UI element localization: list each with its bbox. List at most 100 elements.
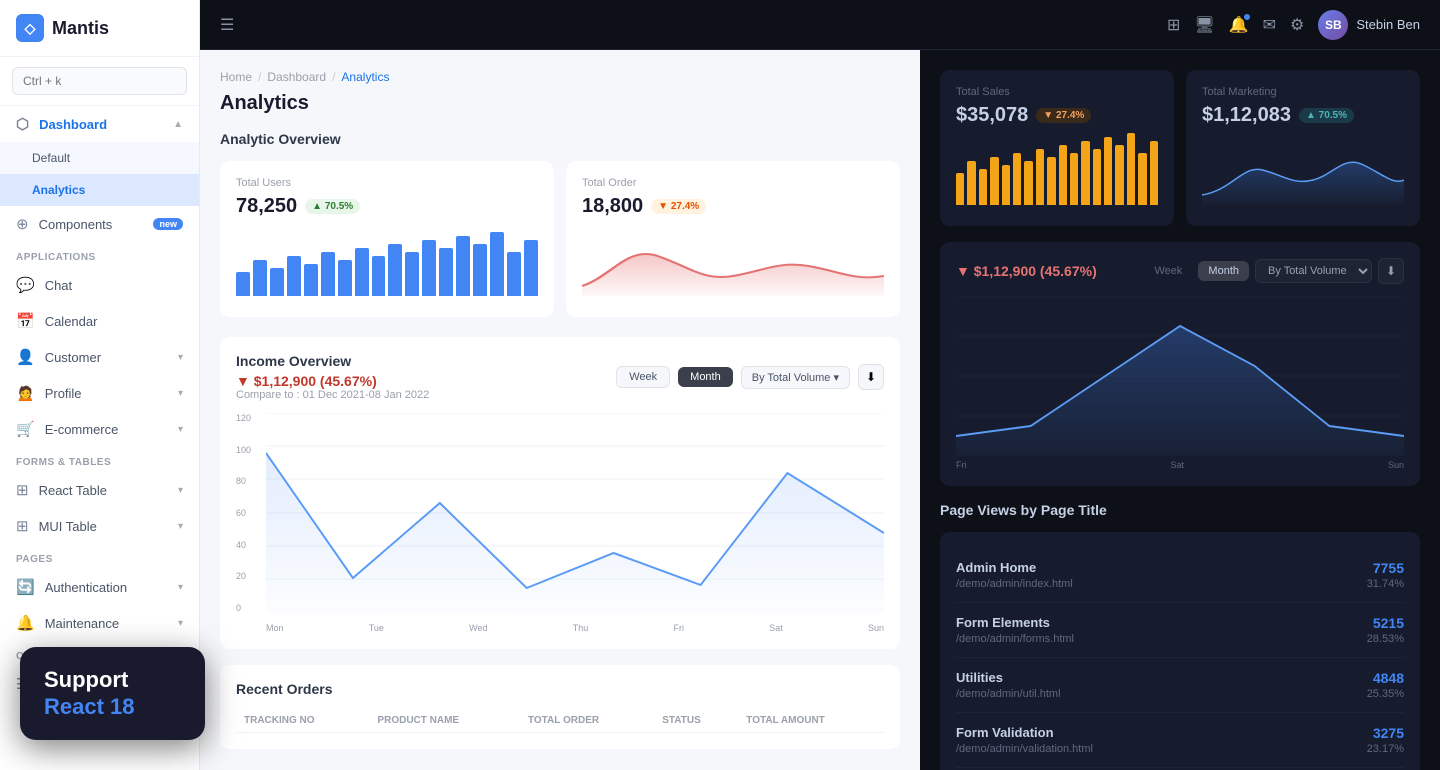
sidebar-item-chat[interactable]: 💬 Chat: [0, 267, 199, 303]
dark-chart-area: [956, 296, 1404, 456]
stat-value-row-sales: $35,078 ▼ 27.4%: [956, 104, 1158, 127]
chart-y-labels: 120100806040200: [236, 413, 266, 613]
sidebar-item-default[interactable]: Default: [0, 142, 199, 174]
profile-label: Profile: [45, 386, 82, 401]
sidebar-item-calendar[interactable]: 📅 Calendar: [0, 303, 199, 339]
bar: [1104, 137, 1112, 205]
mui-table-icon: ⊞: [16, 517, 29, 535]
bar: [1093, 149, 1101, 205]
dark-x-labels: FriSatSun: [956, 460, 1404, 470]
notifications-icon[interactable]: 🔔: [1229, 15, 1249, 35]
app-name: Mantis: [52, 18, 109, 39]
components-badge: new: [153, 218, 183, 230]
stat-value-users: 78,250: [236, 195, 297, 218]
bar: [1150, 141, 1158, 205]
content-area: Home / Dashboard / Analytics Analytics A…: [200, 50, 1440, 770]
week-dark-btn[interactable]: Week: [1145, 261, 1193, 281]
bar: [405, 252, 419, 296]
bar-chart-sales: [956, 135, 1158, 205]
support-popup[interactable]: Support React 18: [20, 647, 205, 740]
bar: [372, 256, 386, 296]
right-panel: Total Sales $35,078 ▼ 27.4% Total Market…: [920, 50, 1440, 770]
bar: [321, 252, 335, 296]
react-table-label: React Table: [39, 483, 107, 498]
area-chart-marketing: [1202, 135, 1404, 205]
income-dark-value: ▼ $1,12,900 (45.67%): [956, 263, 1097, 279]
sidebar-item-maintenance[interactable]: 🔔 Maintenance ▾: [0, 605, 199, 641]
month-btn[interactable]: Month: [678, 367, 733, 387]
download-btn[interactable]: ⬇: [858, 364, 884, 390]
sidebar-item-customer[interactable]: 👤 Customer ▾: [0, 339, 199, 375]
sidebar-item-mui-table[interactable]: ⊞ MUI Table ▾: [0, 508, 199, 544]
search-input[interactable]: [12, 67, 187, 95]
user-name: Stebin Ben: [1356, 17, 1420, 32]
mui-table-chevron: ▾: [178, 521, 183, 532]
bar: [1024, 161, 1032, 205]
income-value: ▼ $1,12,900 (45.67%): [236, 373, 429, 389]
bar: [1115, 145, 1123, 205]
ecommerce-chevron: ▾: [178, 424, 183, 435]
breadcrumb-dashboard[interactable]: Dashboard: [267, 70, 326, 84]
bar: [1002, 165, 1010, 205]
sidebar-item-react-table[interactable]: ⊞ React Table ▾: [0, 472, 199, 508]
dashboard-submenu: Default Analytics: [0, 142, 199, 206]
monitor-icon[interactable]: 🖥: [1194, 15, 1214, 35]
topbar-right: ⊞ 🖥 🔔 ✉ ⚙ SB Stebin Ben: [1167, 10, 1420, 40]
bar: [524, 240, 538, 296]
analytics-label: Analytics: [32, 183, 85, 197]
chart-area: [266, 413, 884, 613]
settings-icon[interactable]: ⚙: [1290, 15, 1304, 35]
ecommerce-icon: 🛒: [16, 420, 35, 438]
menu-toggle-icon[interactable]: ☰: [220, 15, 234, 35]
support-text1: Support: [44, 667, 181, 693]
download-dark-btn[interactable]: ⬇: [1378, 258, 1404, 284]
stat-badge-sales: ▼ 27.4%: [1036, 108, 1091, 123]
breadcrumb-sep1: /: [258, 70, 261, 84]
bar: [473, 244, 487, 296]
bar: [1036, 149, 1044, 205]
breadcrumb: Home / Dashboard / Analytics: [220, 70, 900, 84]
mail-icon[interactable]: ✉: [1263, 15, 1276, 35]
chart-x-labels: MonTueWedThuFriSatSun: [266, 623, 884, 633]
sidebar-item-dashboard[interactable]: ⬡ Dashboard ▲: [0, 106, 199, 142]
authentication-label: Authentication: [45, 580, 127, 595]
stat-card-marketing: Total Marketing $1,12,083 ▲ 70.5%: [1186, 70, 1420, 226]
bar: [979, 169, 987, 205]
volume-select[interactable]: By Total Volume ▾: [741, 366, 850, 389]
page-title: Analytics: [220, 92, 900, 115]
maintenance-icon: 🔔: [16, 614, 35, 632]
recent-orders-card: Recent Orders TRACKING NO PRODUCT NAME T…: [220, 665, 900, 749]
apps-grid-icon[interactable]: ⊞: [1167, 15, 1180, 35]
breadcrumb-home[interactable]: Home: [220, 70, 252, 84]
section-forms-tables: Forms & Tables: [0, 447, 199, 472]
bar: [287, 256, 301, 296]
sidebar-item-ecommerce[interactable]: 🛒 E-commerce ▾: [0, 411, 199, 447]
bar: [355, 248, 369, 296]
sidebar-item-analytics[interactable]: Analytics: [0, 174, 199, 206]
stat-cards: Total Users 78,250 ▲ 70.5% Total Order 1…: [220, 161, 900, 317]
sidebar-item-profile[interactable]: 🙍 Profile ▾: [0, 375, 199, 411]
bar: [507, 252, 521, 296]
user-menu[interactable]: SB Stebin Ben: [1318, 10, 1420, 40]
user-avatar: SB: [1318, 10, 1348, 40]
bar: [388, 244, 402, 296]
app-logo[interactable]: ◇ Mantis: [0, 0, 199, 57]
sidebar-item-components[interactable]: ⊕ Components new: [0, 206, 199, 242]
stat-label-marketing: Total Marketing: [1202, 86, 1404, 98]
customer-chevron: ▾: [178, 352, 183, 363]
bar: [1081, 141, 1089, 205]
bar: [1013, 153, 1021, 205]
section-applications: Applications: [0, 242, 199, 267]
income-overview-card: Income Overview ▼ $1,12,900 (45.67%) Com…: [220, 337, 900, 649]
authentication-chevron: ▾: [178, 582, 183, 593]
topbar-left: ☰: [220, 15, 234, 35]
sidebar-item-authentication[interactable]: 🔄 Authentication ▾: [0, 569, 199, 605]
bar: [490, 232, 504, 296]
month-dark-btn[interactable]: Month: [1198, 261, 1249, 281]
volume-dark-select[interactable]: By Total Volume: [1255, 259, 1372, 283]
col-total-order: TOTAL ORDER: [520, 709, 654, 733]
stat-value-row-users: 78,250 ▲ 70.5%: [236, 195, 538, 218]
page-view-item-0: Admin Home/demo/admin/index.html 775531.…: [956, 548, 1404, 603]
logo-icon: ◇: [16, 14, 44, 42]
week-btn[interactable]: Week: [616, 366, 670, 388]
